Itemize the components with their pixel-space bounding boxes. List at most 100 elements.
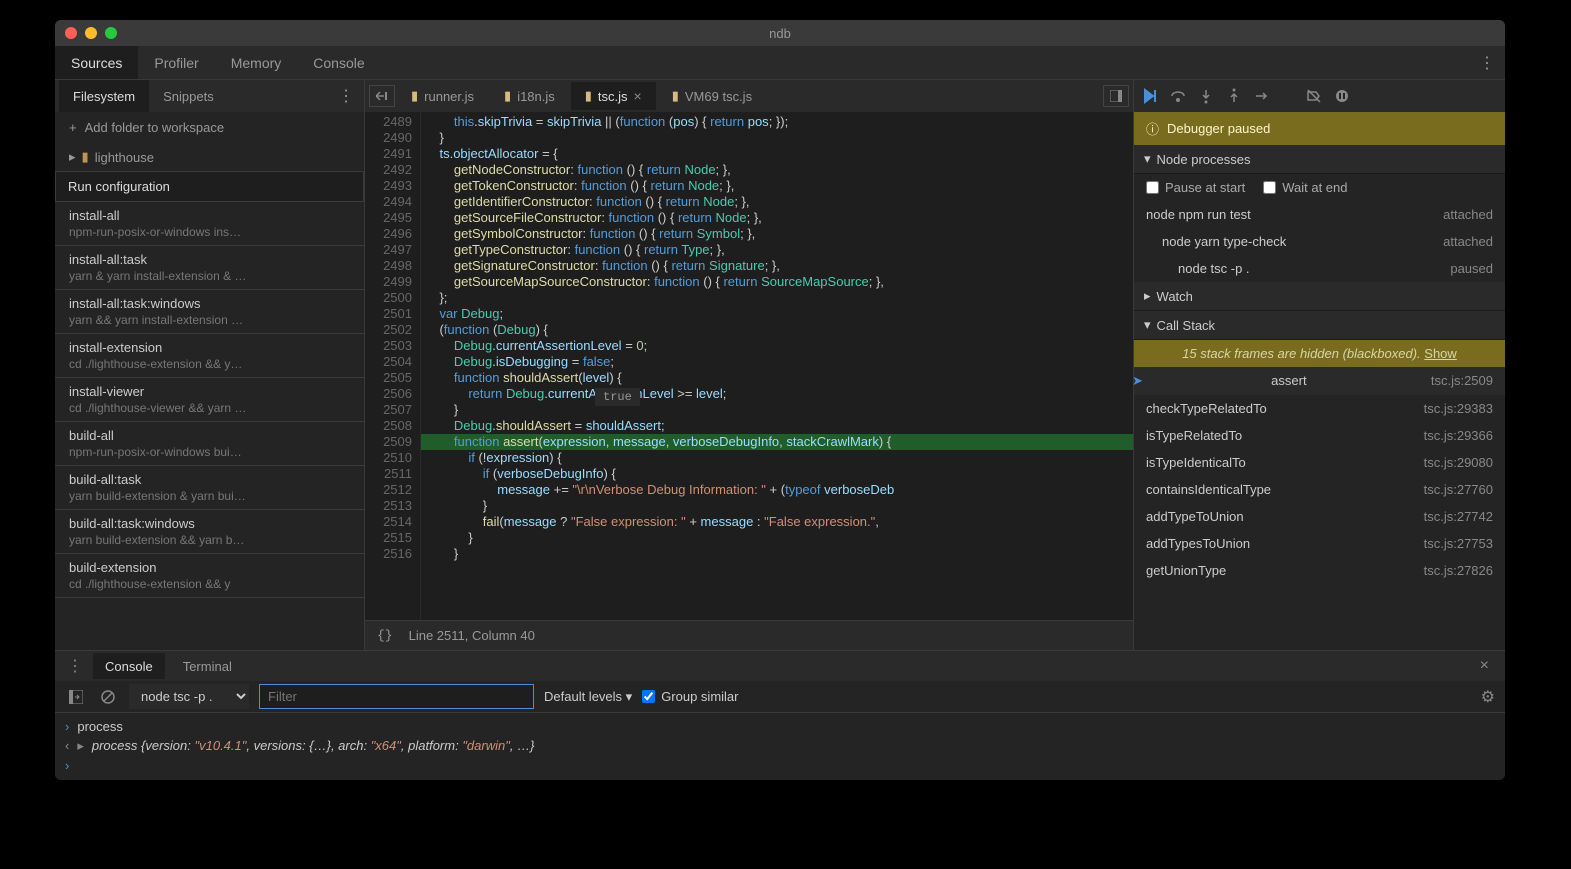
console-tabbar: ⋮ Console Terminal × bbox=[55, 651, 1505, 681]
process-list: node npm run testattachednode yarn type-… bbox=[1134, 201, 1505, 282]
callstack-header[interactable]: ▾ Call Stack bbox=[1134, 311, 1505, 340]
frame-function: containsIdenticalType bbox=[1146, 482, 1271, 497]
traffic-lights bbox=[65, 27, 117, 39]
run-config-item[interactable]: install-all npm-run-posix-or-windows ins… bbox=[55, 202, 364, 246]
editor-tab[interactable]: ▮VM69 tsc.js bbox=[658, 82, 766, 110]
process-row[interactable]: node npm run testattached bbox=[1134, 201, 1505, 228]
close-drawer-icon[interactable]: × bbox=[1472, 657, 1497, 675]
stack-frame[interactable]: containsIdenticalTypetsc.js:27760 bbox=[1134, 476, 1505, 503]
step-button[interactable] bbox=[1254, 88, 1270, 104]
folder-lighthouse[interactable]: ▸ ▮ lighthouse bbox=[55, 143, 364, 171]
wait-at-end-checkbox[interactable]: Wait at end bbox=[1263, 180, 1347, 195]
chevron-down-icon: ▾ bbox=[1144, 317, 1151, 333]
code-content[interactable]: this.skipTrivia = skipTrivia || (functio… bbox=[421, 112, 1133, 620]
console-tab-terminal[interactable]: Terminal bbox=[171, 653, 244, 679]
run-config-item[interactable]: install-all:task:windowsyarn && yarn ins… bbox=[55, 290, 364, 334]
plus-icon: + bbox=[69, 120, 77, 135]
console-output[interactable]: › process ‹ ▸ process {version: "v10.4.1… bbox=[55, 713, 1505, 780]
pause-exceptions-button[interactable] bbox=[1334, 88, 1350, 104]
show-blackboxed-link[interactable]: Show bbox=[1424, 346, 1457, 361]
close-window-button[interactable] bbox=[65, 27, 77, 39]
fs-tab-filesystem[interactable]: Filesystem bbox=[59, 80, 149, 112]
console-menu-icon[interactable]: ⋮ bbox=[63, 654, 87, 678]
watch-header[interactable]: ▸ Watch bbox=[1134, 282, 1505, 311]
close-tab-icon[interactable]: × bbox=[634, 88, 642, 104]
tab-profiler[interactable]: Profiler bbox=[138, 46, 214, 79]
frame-location: tsc.js:29080 bbox=[1424, 455, 1493, 470]
run-config-cmd: cd ./lighthouse-extension && y… bbox=[69, 357, 350, 371]
stack-frame[interactable]: isTypeIdenticalTotsc.js:29080 bbox=[1134, 449, 1505, 476]
braces-icon[interactable]: {} bbox=[377, 628, 393, 643]
run-config-item[interactable]: build-all:taskyarn build-extension & yar… bbox=[55, 466, 364, 510]
run-config-item[interactable]: install-all:taskyarn & yarn install-exte… bbox=[55, 246, 364, 290]
stack-frame[interactable]: addTypeToUniontsc.js:27742 bbox=[1134, 503, 1505, 530]
step-into-button[interactable] bbox=[1198, 88, 1214, 104]
stack-frame[interactable]: checkTypeRelatedTotsc.js:29383 bbox=[1134, 395, 1505, 422]
pause-at-start-checkbox[interactable]: Pause at start bbox=[1146, 180, 1245, 195]
sidebar-left: Filesystem Snippets ⋮ + Add folder to wo… bbox=[55, 80, 365, 650]
blackbox-notice: 15 stack frames are hidden (blackboxed).… bbox=[1134, 340, 1505, 367]
stack-frame[interactable]: isTypeRelatedTotsc.js:29366 bbox=[1134, 422, 1505, 449]
run-config-item[interactable]: install-viewercd ./lighthouse-viewer && … bbox=[55, 378, 364, 422]
console-tab-console[interactable]: Console bbox=[93, 653, 165, 679]
editor-tab[interactable]: ▮tsc.js× bbox=[571, 82, 656, 110]
stack-frame[interactable]: asserttsc.js:2509 bbox=[1134, 367, 1505, 395]
run-config-name: build-all bbox=[69, 428, 350, 443]
run-config-name: build-all:task:windows bbox=[69, 516, 350, 531]
stack-frame[interactable]: addTypesToUniontsc.js:27753 bbox=[1134, 530, 1505, 557]
editor-tab[interactable]: ▮runner.js bbox=[397, 82, 488, 110]
add-folder-button[interactable]: + Add folder to workspace bbox=[55, 112, 364, 143]
clear-console-icon[interactable] bbox=[97, 688, 119, 706]
stack-frame[interactable]: getUnionTypetsc.js:27826 bbox=[1134, 557, 1505, 584]
minimize-window-button[interactable] bbox=[85, 27, 97, 39]
run-config-cmd: npm-run-posix-or-windows ins… bbox=[69, 225, 350, 239]
run-config-name: build-all:task bbox=[69, 472, 350, 487]
run-config-item[interactable]: install-extension cd ./lighthouse-extensi… bbox=[55, 334, 364, 378]
editor-tab[interactable]: ▮i18n.js bbox=[490, 82, 569, 110]
console-prompt[interactable]: › bbox=[65, 756, 1495, 775]
process-row[interactable]: node tsc -p .paused bbox=[1134, 255, 1505, 282]
run-config-name: install-all bbox=[69, 208, 350, 223]
run-config-name: install-all:task:windows bbox=[69, 296, 350, 311]
show-console-sidebar-icon[interactable] bbox=[65, 688, 87, 706]
execution-context-select[interactable]: node tsc -p . bbox=[129, 684, 249, 709]
chevron-right-icon: ▸ bbox=[69, 149, 76, 165]
node-processes-header[interactable]: ▾ Node processes bbox=[1134, 145, 1505, 174]
console-filter-input[interactable] bbox=[259, 684, 534, 709]
console-result-line: ‹ ▸ process {version: "v10.4.1", version… bbox=[65, 736, 1495, 756]
debug-controls bbox=[1134, 80, 1505, 112]
fs-tab-snippets[interactable]: Snippets bbox=[149, 80, 228, 112]
more-menu-icon[interactable]: ⋮ bbox=[1469, 53, 1505, 73]
process-status: attached bbox=[1443, 234, 1493, 249]
console-result-text: process {version: "v10.4.1", versions: {… bbox=[92, 738, 535, 754]
result-icon: ‹ bbox=[65, 738, 69, 754]
run-config-header: Run configuration bbox=[55, 171, 364, 202]
run-config-item[interactable]: build-all:task:windowsyarn build-extensi… bbox=[55, 510, 364, 554]
code-body[interactable]: 2489249024912492249324942495249624972498… bbox=[365, 112, 1133, 620]
group-similar-checkbox[interactable]: Group similar bbox=[642, 689, 738, 704]
tab-sources[interactable]: Sources bbox=[55, 46, 138, 79]
run-config-item[interactable]: build-extensioncd ./lighthouse-extension… bbox=[55, 554, 364, 598]
run-config-item[interactable]: build-allnpm-run-posix-or-windows bui… bbox=[55, 422, 364, 466]
deactivate-breakpoints-button[interactable] bbox=[1306, 88, 1322, 104]
maximize-window-button[interactable] bbox=[105, 27, 117, 39]
nav-back-icon[interactable] bbox=[369, 85, 395, 107]
resume-button[interactable] bbox=[1142, 88, 1158, 104]
log-level-select[interactable]: Default levels ▾ bbox=[544, 689, 632, 705]
step-out-button[interactable] bbox=[1226, 88, 1242, 104]
cursor-position: Line 2511, Column 40 bbox=[409, 628, 535, 643]
step-over-button[interactable] bbox=[1170, 88, 1186, 104]
console-settings-icon[interactable]: ⚙ bbox=[1481, 687, 1495, 707]
tab-memory[interactable]: Memory bbox=[215, 46, 298, 79]
panel-title: Node processes bbox=[1157, 152, 1251, 167]
process-row[interactable]: node yarn type-checkattached bbox=[1134, 228, 1505, 255]
run-config-name: install-extension bbox=[69, 340, 350, 355]
tab-label: VM69 tsc.js bbox=[685, 89, 752, 104]
filesystem-tabs: Filesystem Snippets ⋮ bbox=[55, 80, 364, 112]
chevron-down-icon: ▾ bbox=[1144, 151, 1151, 167]
expand-icon[interactable]: ▸ bbox=[77, 738, 84, 754]
panel-title: Call Stack bbox=[1157, 318, 1216, 333]
toggle-navigator-icon[interactable] bbox=[1103, 85, 1129, 107]
tab-console[interactable]: Console bbox=[297, 46, 380, 79]
fs-more-icon[interactable]: ⋮ bbox=[328, 86, 364, 106]
